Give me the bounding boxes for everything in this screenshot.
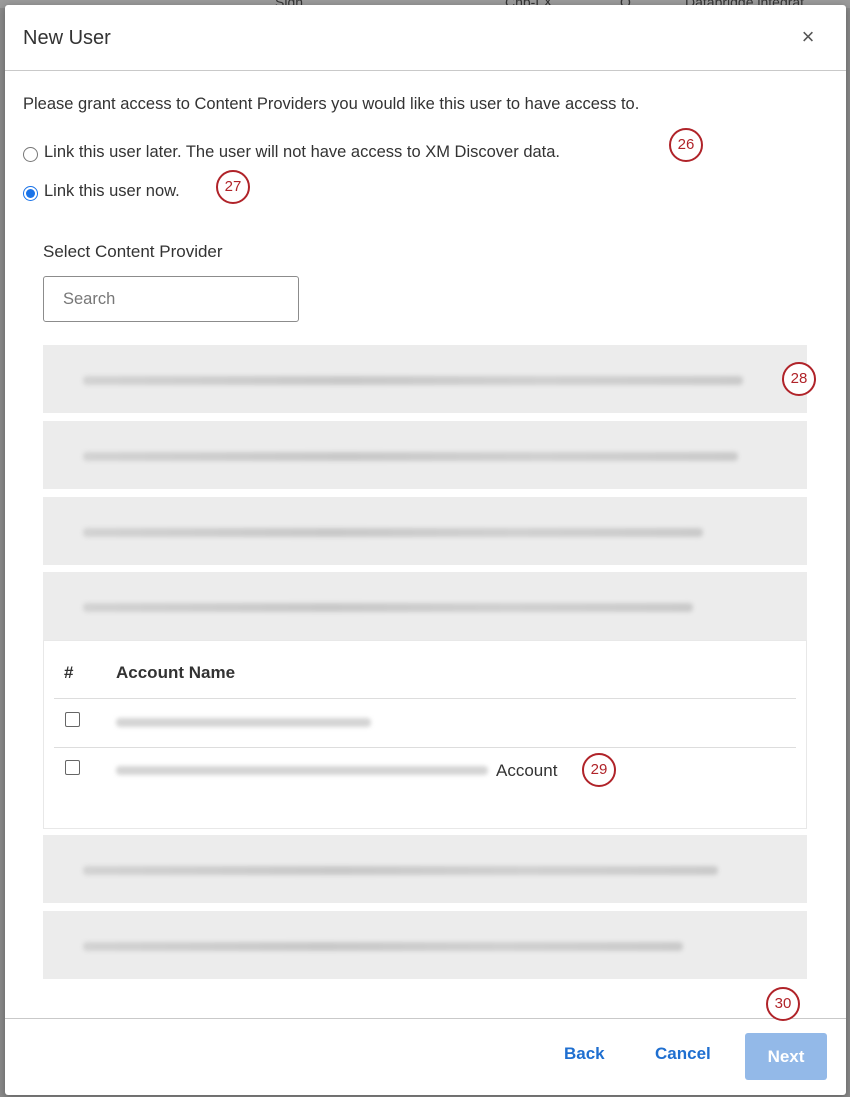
callout-badge: 29 — [582, 753, 616, 787]
content-provider-item[interactable] — [43, 345, 807, 413]
redacted-text — [83, 376, 743, 385]
redacted-text — [83, 452, 738, 461]
content-provider-item[interactable] — [43, 497, 807, 565]
row-checkbox[interactable] — [65, 712, 80, 727]
radio-link-now[interactable] — [23, 186, 38, 201]
column-header-index: # — [64, 663, 74, 682]
dialog-title: New User — [23, 27, 111, 49]
dialog-header: New User × — [5, 5, 846, 71]
row-checkbox[interactable] — [65, 760, 80, 775]
content-provider-item[interactable] — [43, 835, 807, 903]
callout-badge: 28 — [782, 362, 816, 396]
radio-label: Link this user later. The user will not … — [44, 143, 561, 161]
select-provider-label: Select Content Provider — [43, 242, 223, 261]
callout-badge: 30 — [766, 987, 800, 1021]
redacted-text — [83, 528, 703, 537]
table-row: Account — [54, 747, 796, 795]
radio-link-later[interactable] — [23, 147, 38, 162]
link-now-option[interactable]: Link this user now. — [23, 182, 180, 201]
accounts-table: # Account Name Account — [43, 640, 807, 829]
next-button[interactable]: Next — [745, 1033, 827, 1080]
radio-label: Link this user now. — [44, 182, 180, 200]
accounts-table-header: # Account Name — [54, 641, 796, 699]
redacted-text — [116, 766, 488, 775]
table-row — [54, 699, 796, 748]
content-provider-item[interactable] — [43, 911, 807, 979]
redacted-text — [83, 603, 693, 612]
content-provider-item-expanded[interactable] — [43, 572, 807, 640]
callout-badge: 26 — [669, 128, 703, 162]
close-icon[interactable]: × — [798, 26, 818, 48]
search-input[interactable] — [43, 276, 299, 322]
link-later-option[interactable]: Link this user later. The user will not … — [23, 143, 560, 162]
redacted-text — [83, 942, 683, 951]
redacted-text — [116, 718, 371, 727]
intro-text: Please grant access to Content Providers… — [23, 95, 640, 113]
dialog-footer — [5, 1018, 846, 1096]
cancel-button[interactable]: Cancel — [655, 1044, 711, 1064]
callout-badge: 27 — [216, 170, 250, 204]
column-header-account-name: Account Name — [116, 663, 236, 682]
account-name-suffix: Account — [496, 761, 558, 780]
content-provider-item[interactable] — [43, 421, 807, 489]
redacted-text — [83, 866, 718, 875]
back-button[interactable]: Back — [564, 1044, 605, 1064]
new-user-dialog: New User × Please grant access to Conten… — [5, 5, 846, 1095]
